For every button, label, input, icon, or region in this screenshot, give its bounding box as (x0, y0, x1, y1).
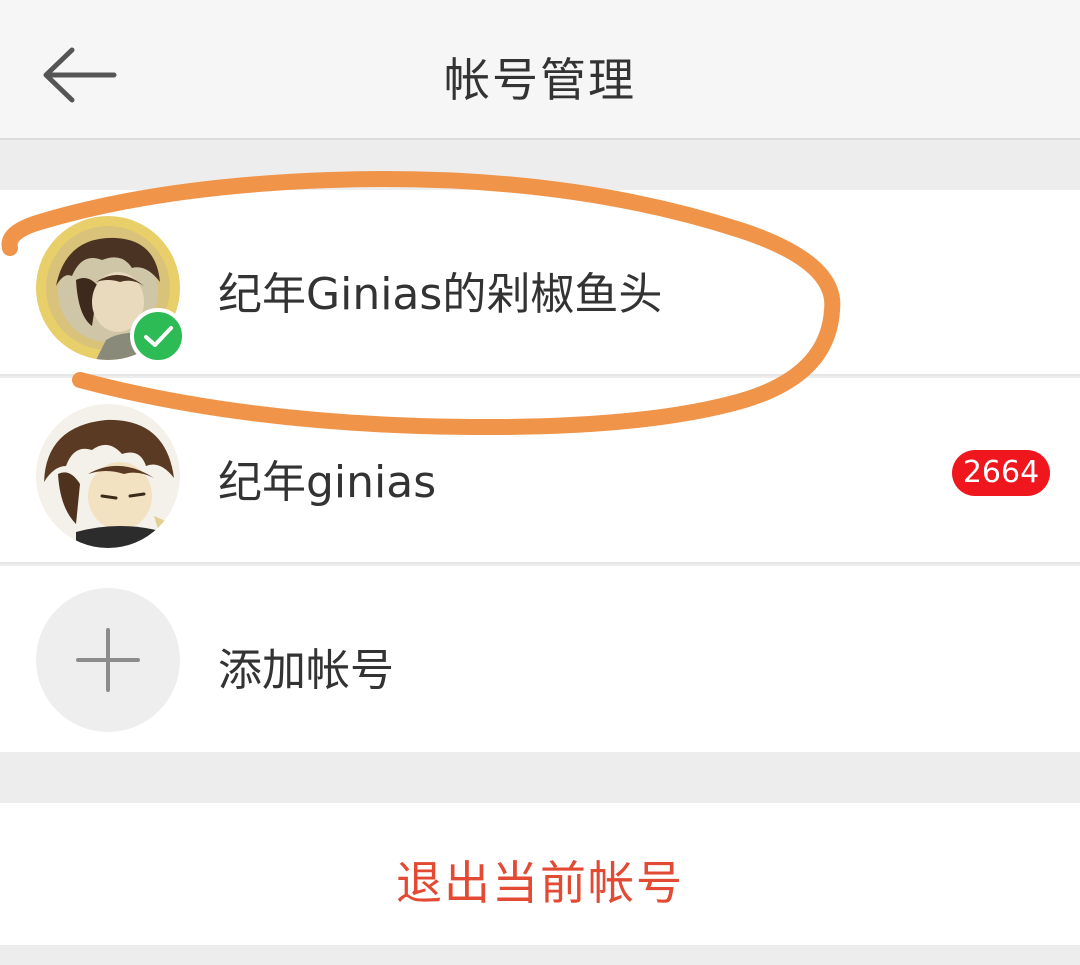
current-account-badge (130, 308, 186, 364)
account-name: 纪年Ginias的剁椒鱼头 (218, 269, 663, 320)
account-name: 纪年ginias (218, 457, 437, 508)
check-icon (144, 326, 173, 347)
add-account-button[interactable]: 添加帐号 (0, 566, 1080, 752)
page-title: 帐号管理 (444, 53, 636, 107)
logout-label: 退出当前帐号 (396, 856, 684, 910)
add-account-label: 添加帐号 (218, 645, 394, 696)
account-item-current[interactable]: 纪年Ginias的剁椒鱼头 (0, 190, 1080, 376)
logout-button[interactable]: 退出当前帐号 (0, 803, 1080, 945)
plus-icon (76, 628, 140, 692)
account-item[interactable]: 纪年ginias 2664 (0, 378, 1080, 564)
avatar (36, 404, 180, 548)
unread-count-badge: 2664 (952, 450, 1050, 496)
add-account-circle (36, 588, 180, 732)
top-bar: 帐号管理 (0, 0, 1080, 140)
